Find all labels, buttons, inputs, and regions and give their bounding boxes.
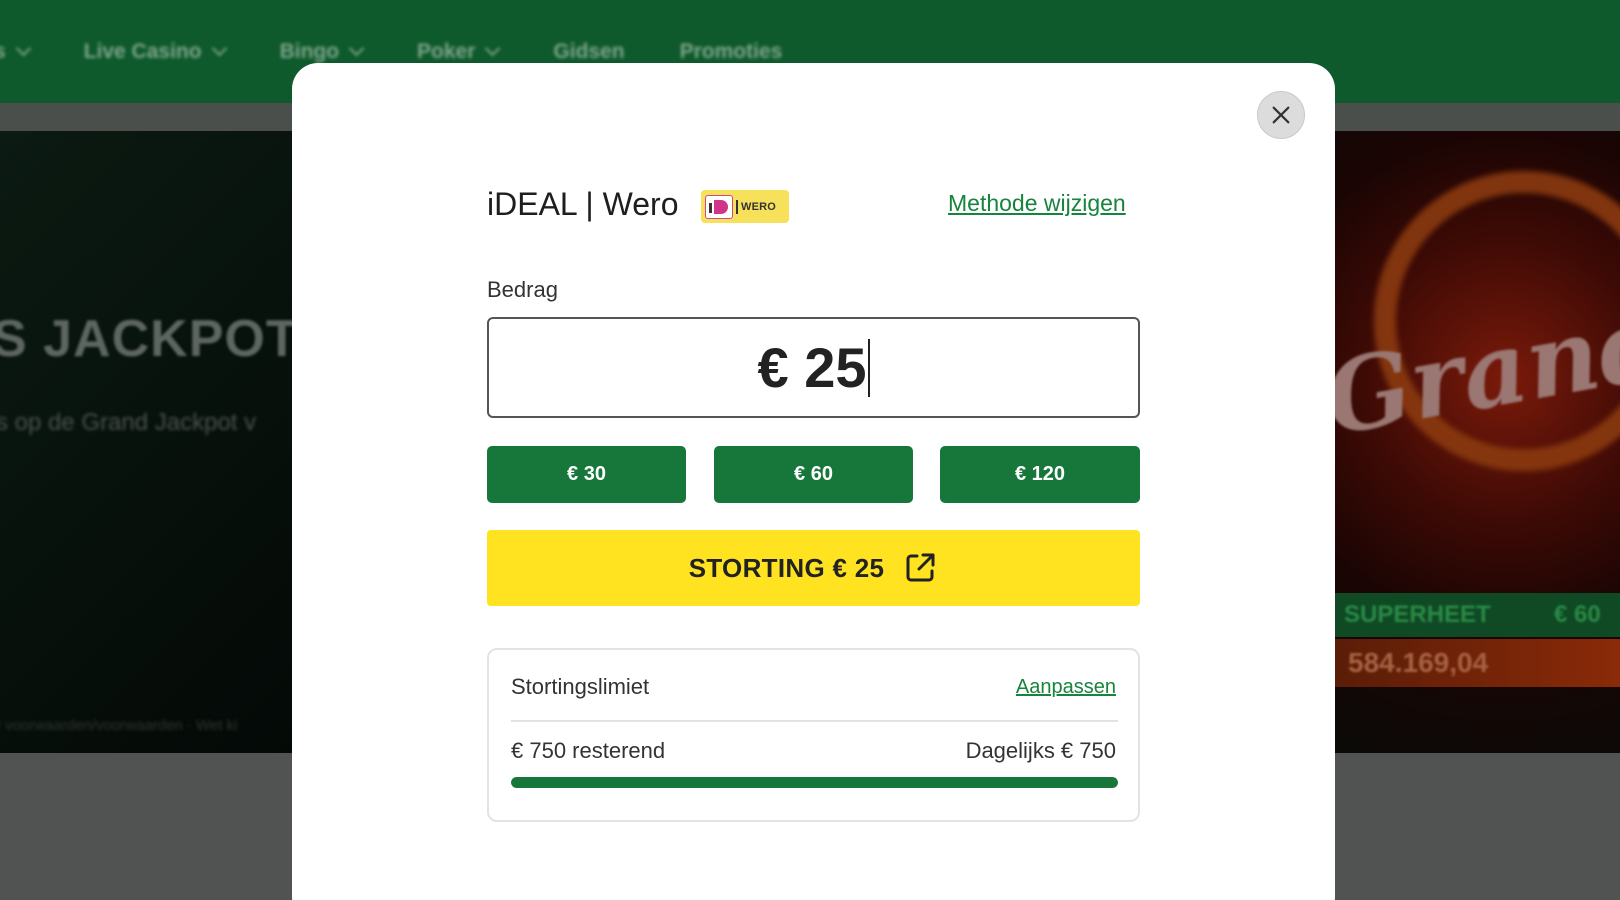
daily-limit: Dagelijks € 750 (965, 738, 1116, 763)
nav-item-bingo[interactable]: Bingo (280, 40, 365, 64)
nav-item-poker[interactable]: Poker (417, 40, 501, 64)
chevron-down-icon (15, 40, 31, 57)
adjust-limit-link[interactable]: Aanpassen (1016, 676, 1116, 699)
chevron-down-icon (485, 40, 501, 57)
limit-progress-fill (511, 777, 1118, 788)
deposit-button-label: STORTING € 25 (688, 552, 885, 583)
hero-footer-text: r voorwaarden/voorwaarden · Wet ki (0, 717, 238, 734)
divider (511, 720, 1118, 722)
game-promo-image: Grand SUPERHEET € 60 584.169,04 (1334, 131, 1620, 753)
text-caret (867, 338, 870, 397)
jackpot-label-right: € 60 (1554, 601, 1601, 628)
deposit-limit-title: Stortingslimiet (511, 674, 650, 699)
ideal-wero-logo: WERO (701, 190, 789, 223)
amount-value: € 25 (757, 336, 867, 399)
remaining-amount: € 750 resterend (511, 738, 666, 763)
limit-progress-bar (511, 777, 1118, 788)
jackpot-value: 584.169,04 (1348, 647, 1489, 678)
change-method-link[interactable]: Methode wijzigen (948, 190, 1126, 217)
payment-method-title: iDEAL | Wero (487, 186, 679, 222)
nav-item-promoties[interactable]: Promoties (680, 40, 783, 64)
nav-item-gidsen[interactable]: Gidsen (553, 40, 624, 64)
chevron-down-icon (211, 40, 227, 57)
hero-title: S JACKPOT ST (0, 310, 296, 368)
deposit-button[interactable]: STORTING € 25 (487, 530, 1140, 606)
amount-label: Bedrag (487, 277, 558, 302)
close-icon (1272, 106, 1290, 124)
wero-logo-text: WERO (736, 199, 776, 214)
quick-amount-button-30[interactable]: € 30 (487, 446, 686, 503)
external-link-icon (906, 553, 935, 582)
hero-banner: S JACKPOT ST s op de Grand Jackpot v r v… (0, 131, 296, 753)
quick-amount-button-120[interactable]: € 120 (940, 446, 1140, 503)
close-button[interactable] (1257, 91, 1305, 139)
amount-input[interactable]: € 25 (487, 317, 1140, 418)
nav-item-live-casino[interactable]: Live Casino (84, 40, 227, 64)
nav-item-casino[interactable]: s (0, 40, 31, 64)
hero-subtitle: s op de Grand Jackpot v (0, 409, 257, 436)
quick-amount-button-60[interactable]: € 60 (714, 446, 913, 503)
chevron-down-icon (348, 40, 365, 57)
ideal-icon (705, 194, 733, 219)
deposit-limit-card: Stortingslimiet Aanpassen € 750 resteren… (487, 648, 1140, 822)
jackpot-label: SUPERHEET (1344, 601, 1491, 628)
